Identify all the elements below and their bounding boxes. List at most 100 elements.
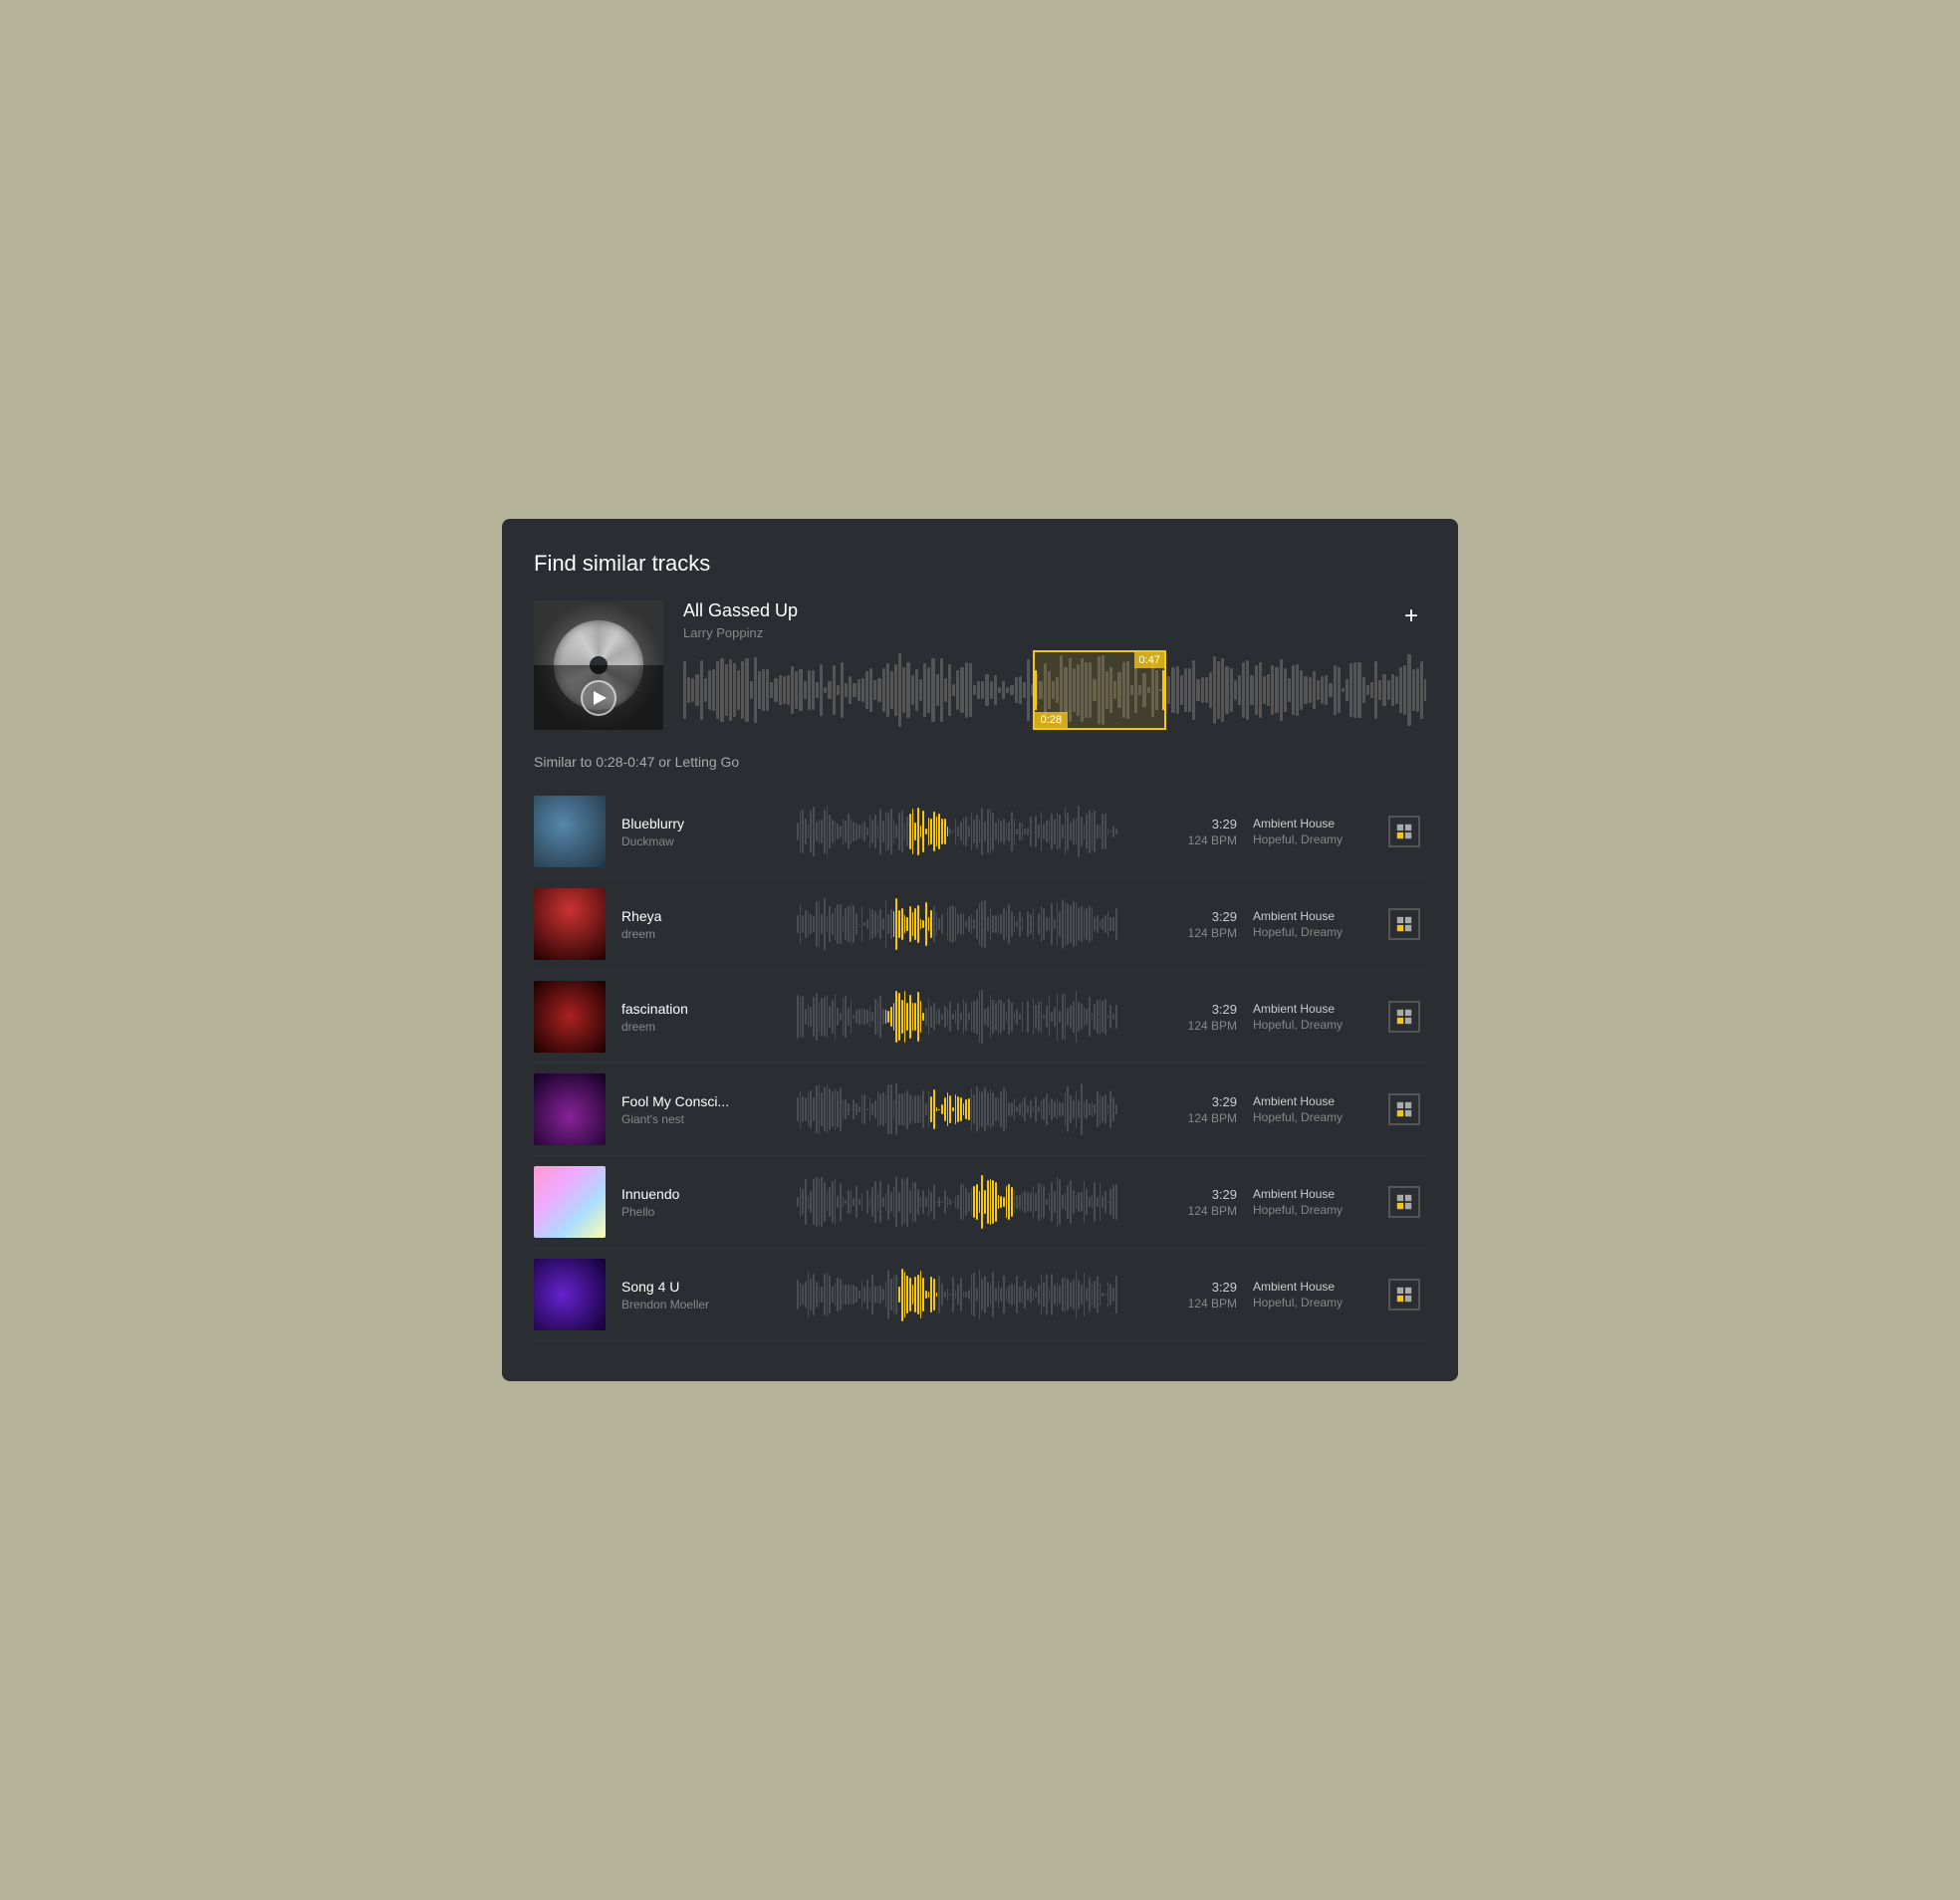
- track-genre-col: Ambient House Hopeful, Dreamy: [1253, 1094, 1382, 1124]
- track-bpm: 124 BPM: [1133, 1019, 1237, 1033]
- track-artist: Duckmaw: [621, 834, 781, 848]
- selection-start-time: 0:28: [1035, 712, 1068, 728]
- track-duration: 3:29: [1133, 817, 1237, 831]
- track-action[interactable]: [1382, 1001, 1426, 1033]
- hero-title-row: All Gassed Up Larry Poppinz +: [683, 600, 1426, 640]
- track-mood: Hopeful, Dreamy: [1253, 832, 1382, 846]
- track-genre: Ambient House: [1253, 817, 1382, 831]
- track-action[interactable]: [1382, 908, 1426, 940]
- track-action[interactable]: [1382, 1279, 1426, 1310]
- selection-end-time: 0:47: [1134, 652, 1163, 668]
- track-duration: 3:29: [1133, 1187, 1237, 1202]
- track-action[interactable]: [1382, 816, 1426, 847]
- track-name-col: Innuendo Phello: [621, 1186, 781, 1219]
- track-action[interactable]: [1382, 1093, 1426, 1125]
- track-title: Innuendo: [621, 1186, 781, 1202]
- track-row[interactable]: Fool My Consci... Giant's nest 3:29 124 BPM…: [534, 1064, 1426, 1156]
- track-mood: Hopeful, Dreamy: [1253, 1110, 1382, 1124]
- hero-album-art: [534, 600, 663, 730]
- track-thumbnail: [534, 1166, 606, 1238]
- track-analyze-icon[interactable]: [1388, 1093, 1420, 1125]
- track-bpm: 124 BPM: [1133, 1111, 1237, 1125]
- track-meta: 3:29 124 BPM: [1133, 1280, 1253, 1310]
- track-thumbnail: [534, 888, 606, 960]
- hero-track-title: All Gassed Up: [683, 600, 798, 621]
- track-name-col: fascinationdreem: [621, 1001, 781, 1034]
- track-waveform[interactable]: [797, 1265, 1117, 1324]
- track-genre: Ambient House: [1253, 1094, 1382, 1108]
- selection-handle-left[interactable]: [1034, 670, 1037, 710]
- track-thumbnail: [534, 796, 606, 867]
- hero-waveform[interactable]: 0:47 0:28: [683, 650, 1426, 730]
- track-bpm: 124 BPM: [1133, 926, 1237, 940]
- track-duration: 3:29: [1133, 909, 1237, 924]
- track-genre-col: Ambient House Hopeful, Dreamy: [1253, 909, 1382, 939]
- track-thumbnail: [534, 1259, 606, 1330]
- track-artist: Brendon Moeller: [621, 1298, 781, 1311]
- track-artist: dreem: [621, 1020, 781, 1034]
- track-row[interactable]: Innuendo Phello 3:29 124 BPM Ambient House Ho…: [534, 1156, 1426, 1249]
- track-duration: 3:29: [1133, 1094, 1237, 1109]
- track-row[interactable]: Blueblurry Duckmaw 3:29 124 BPM Ambient Hous…: [534, 786, 1426, 878]
- add-button[interactable]: +: [1396, 600, 1426, 632]
- track-meta: 3:29 124 BPM: [1133, 909, 1253, 940]
- track-thumbnail: [534, 1073, 606, 1145]
- selection-handle-right[interactable]: [1162, 670, 1165, 710]
- track-meta: 3:29 124 BPM: [1133, 1002, 1253, 1033]
- track-action[interactable]: [1382, 1186, 1426, 1218]
- track-mood: Hopeful, Dreamy: [1253, 1018, 1382, 1032]
- track-waveform[interactable]: [797, 1172, 1117, 1232]
- hero-artist: Larry Poppinz: [683, 625, 798, 640]
- track-genre-col: Ambient HouseHopeful, Dreamy: [1253, 817, 1382, 846]
- track-name-col: Song 4 U Brendon Moeller: [621, 1279, 781, 1311]
- track-artist: dreem: [621, 927, 781, 941]
- track-genre: Ambient House: [1253, 909, 1382, 923]
- hero-track-info: All Gassed Up Larry Poppinz: [683, 600, 798, 640]
- track-list: Blueblurry Duckmaw 3:29 124 BPM Ambient Hous…: [534, 786, 1426, 1341]
- track-genre-col: Ambient House Hopeful, Dreamy: [1253, 1187, 1382, 1217]
- track-title: Song 4 U: [621, 1279, 781, 1295]
- track-artist: Phello: [621, 1205, 781, 1219]
- page-title: Find similar tracks: [534, 551, 1426, 577]
- track-waveform[interactable]: [797, 894, 1117, 954]
- track-bpm: 124 BPM: [1133, 833, 1237, 847]
- track-analyze-icon[interactable]: [1388, 1186, 1420, 1218]
- hero-info: All Gassed Up Larry Poppinz + 0:47 0:28: [683, 600, 1426, 730]
- track-waveform[interactable]: [797, 1079, 1117, 1139]
- track-name-col: Rheyadreem: [621, 908, 781, 941]
- track-thumbnail: [534, 981, 606, 1053]
- track-row[interactable]: Rheyadreem 3:29 124 BPM Ambient House Hopefu…: [534, 878, 1426, 971]
- hero-track: All Gassed Up Larry Poppinz + 0:47 0:28: [534, 600, 1426, 730]
- play-icon: [594, 691, 607, 705]
- hero-play-button[interactable]: [581, 680, 616, 716]
- waveform-selection[interactable]: 0:47 0:28: [1033, 650, 1166, 730]
- track-analyze-icon[interactable]: [1388, 816, 1420, 847]
- track-title: Blueblurry: [621, 816, 781, 831]
- track-mood: Hopeful, Dreamy: [1253, 1203, 1382, 1217]
- track-meta: 3:29 124 BPM: [1133, 1094, 1253, 1125]
- track-waveform[interactable]: [797, 987, 1117, 1047]
- track-artist: Giant's nest: [621, 1112, 781, 1126]
- track-analyze-icon[interactable]: [1388, 1279, 1420, 1310]
- track-mood: Hopeful, Dreamy: [1253, 925, 1382, 939]
- track-waveform[interactable]: [797, 802, 1117, 861]
- track-bpm: 124 BPM: [1133, 1204, 1237, 1218]
- track-genre: Ambient House: [1253, 1187, 1382, 1201]
- play-overlay: [534, 665, 663, 730]
- app-window: Find similar tracks All Gassed Up Larry …: [502, 519, 1458, 1381]
- track-row[interactable]: Song 4 U Brendon Moeller 3:29 124 BPM Ambien…: [534, 1249, 1426, 1341]
- track-title: Fool My Consci...: [621, 1093, 781, 1109]
- track-analyze-icon[interactable]: [1388, 1001, 1420, 1033]
- track-mood: Hopeful, Dreamy: [1253, 1296, 1382, 1309]
- track-genre-col: Ambient House Hopeful, Dreamy: [1253, 1002, 1382, 1032]
- track-duration: 3:29: [1133, 1280, 1237, 1295]
- similar-header: Similar to 0:28-0:47 or Letting Go: [534, 754, 1426, 770]
- track-analyze-icon[interactable]: [1388, 908, 1420, 940]
- track-name-col: Blueblurry Duckmaw: [621, 816, 781, 848]
- track-row[interactable]: fascinationdreem 3:29 124 BPM Ambient House…: [534, 971, 1426, 1064]
- track-genre-col: Ambient House Hopeful, Dreamy: [1253, 1280, 1382, 1309]
- track-bpm: 124 BPM: [1133, 1297, 1237, 1310]
- track-genre: Ambient House: [1253, 1002, 1382, 1016]
- track-duration: 3:29: [1133, 1002, 1237, 1017]
- track-genre: Ambient House: [1253, 1280, 1382, 1294]
